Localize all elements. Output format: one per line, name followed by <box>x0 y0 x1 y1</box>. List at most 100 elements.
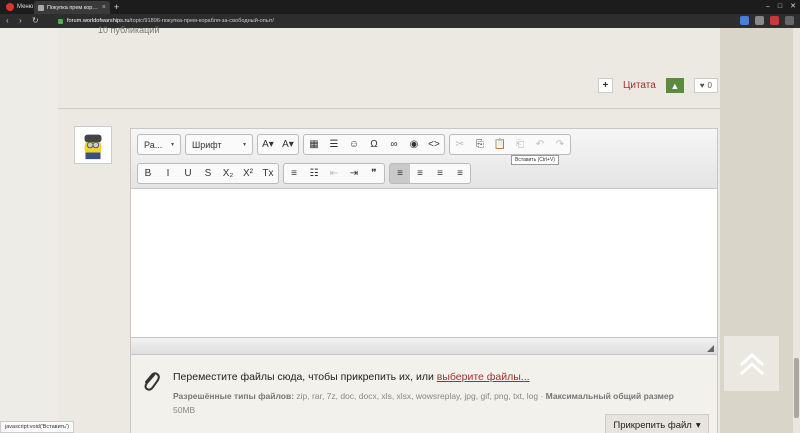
toolbar-group-clipboard: ✂ ⎘ 📋 ⎗ ↶ ↷ <box>449 134 571 155</box>
browser-menu-label: Меню <box>17 4 34 10</box>
paste-text-button[interactable]: ⎗ <box>510 135 530 154</box>
heart-extension-icon[interactable] <box>755 16 764 25</box>
attach-message: Переместите файлы сюда, чтобы прикрепить… <box>173 371 530 383</box>
like-count: 0 <box>707 81 712 90</box>
paste-tooltip: Вставить (Ctrl+V) <box>511 155 559 165</box>
window-controls: – □ ✕ <box>766 1 796 13</box>
special-char-button[interactable]: Ω <box>364 135 384 154</box>
left-margin <box>0 28 58 433</box>
adblock-extension-icon[interactable] <box>770 16 779 25</box>
url-host: forum.worldofwarships.ru <box>67 18 130 24</box>
scroll-to-top-button[interactable] <box>724 336 779 391</box>
post-divider <box>58 108 720 109</box>
allowed-types-list: zip, rar, 7z, doc, docx, xls, xlsx, wows… <box>294 391 546 401</box>
emoticon-button[interactable]: ☺ <box>344 135 364 154</box>
editor-toolbar: Ра... ▾ Шрифт ▾ A▾ A▾ ▦ ☰ ☺ Ω ∞ ◉ <> ✂ ⎘ 📋 ⎗ ↶ ↷ BIU… <box>131 129 717 189</box>
preview-button[interactable]: ◉ <box>404 135 424 154</box>
source-button[interactable]: <> <box>424 135 444 154</box>
close-window-button[interactable]: ✕ <box>790 1 796 13</box>
upvote-button[interactable]: ▲ <box>665 78 684 93</box>
format-dropdown[interactable]: Ра... ▾ <box>137 134 181 155</box>
post-actions: + Цитата ▲ ♥ 0 <box>597 78 718 93</box>
max-size-label: Максимальный общий размер <box>545 391 674 401</box>
reply-editor: Ра... ▾ Шрифт ▾ A▾ A▾ ▦ ☰ ☺ Ω ∞ ◉ <> ✂ ⎘ 📋 ⎗ ↶ ↷ BIU… <box>130 128 718 433</box>
toolbar-group-colors: A▾ A▾ <box>257 134 299 155</box>
outdent-button[interactable]: ⇤ <box>324 164 344 183</box>
numbered-list-button[interactable]: ≡ <box>284 164 304 183</box>
align-center-button[interactable]: ≡ <box>410 164 430 183</box>
download-icon[interactable] <box>785 16 794 25</box>
allowed-types: Разрешённые типы файлов: zip, rar, 7z, d… <box>173 389 703 417</box>
extension-icons <box>740 16 794 25</box>
avatar[interactable] <box>74 126 112 164</box>
favicon-icon <box>38 4 44 11</box>
new-tab-button[interactable]: + <box>114 1 119 13</box>
resize-grip-icon[interactable] <box>707 345 714 352</box>
redo-button[interactable]: ↷ <box>550 135 570 154</box>
blockquote-button[interactable]: ❞ <box>364 164 384 183</box>
font-dropdown-label: Шрифт <box>192 139 222 150</box>
browser-menu-button[interactable]: Меню <box>2 1 37 13</box>
minimize-button[interactable]: – <box>766 1 770 13</box>
page-scrollbar[interactable] <box>793 28 800 433</box>
maximize-button[interactable]: □ <box>778 1 782 13</box>
bg-color-button[interactable]: A▾ <box>278 135 298 154</box>
paste-button[interactable]: 📋 <box>490 135 510 154</box>
attach-message-text: Переместите файлы сюда, чтобы прикрепить… <box>173 371 437 383</box>
avatar-image <box>77 129 109 161</box>
strike-button[interactable]: S <box>198 164 218 183</box>
back-button[interactable]: ‹ <box>6 14 9 28</box>
tab-title: Покупка прем корабля за свободный опыт <box>47 4 99 11</box>
attachment-area[interactable]: Переместите файлы сюда, чтобы прикрепить… <box>131 355 717 433</box>
table-button[interactable]: ▦ <box>304 135 324 154</box>
bullet-list-button[interactable]: ☷ <box>304 164 324 183</box>
lock-icon <box>58 18 63 24</box>
indent-button[interactable]: ⇥ <box>344 164 364 183</box>
quote-button[interactable]: Цитата <box>623 80 656 91</box>
forum-page: 10 публикаций + Цитата ▲ ♥ 0 Ра... ▾ Шри… <box>0 25 800 433</box>
copy-button[interactable]: ⎘ <box>470 135 490 154</box>
toolbar-group-align: ≡ ≡ ≡ ≡ <box>389 163 471 184</box>
url-path: /topic/91896-покупка-прем-корабля-за-сво… <box>129 18 274 24</box>
like-button[interactable]: ♥ 0 <box>693 78 718 93</box>
status-url-tooltip: javascript:void('Вставить') <box>0 421 74 433</box>
text-color-button[interactable]: A▾ <box>258 135 278 154</box>
editor-text-area[interactable] <box>131 189 717 337</box>
toolbar-row-2: B I U S X₂ X² Tx ≡ ☷ ⇤ ⇥ ❞ ≡ ≡ ≡ ≡ <box>137 163 471 184</box>
chevron-down-icon: ▾ <box>695 419 701 431</box>
attach-file-button[interactable]: Прикрепить файл ▾ <box>605 414 709 433</box>
toolbar-row-1: Ра... ▾ Шрифт ▾ A▾ A▾ ▦ ☰ ☺ Ω ∞ ◉ <> ✂ ⎘ 📋 ⎗ ↶ ↷ <box>137 134 571 155</box>
shield-extension-icon[interactable] <box>740 16 749 25</box>
align-left-button[interactable]: ≡ <box>390 164 410 183</box>
align-right-button[interactable]: ≡ <box>430 164 450 183</box>
multiquote-button[interactable]: + <box>597 78 613 93</box>
forward-button[interactable]: › <box>19 14 22 28</box>
tab-close-icon[interactable]: × <box>102 4 106 11</box>
choose-files-link[interactable]: выберите файлы... <box>437 371 530 383</box>
subscript-button[interactable]: X₂ <box>218 164 238 183</box>
opera-logo-icon <box>6 3 14 11</box>
underline-button[interactable]: U <box>178 164 198 183</box>
justify-button[interactable]: ≡ <box>450 164 470 183</box>
scrollbar-thumb[interactable] <box>794 358 799 418</box>
cut-button[interactable]: ✂ <box>450 135 470 154</box>
reload-button[interactable]: ↻ <box>32 14 39 28</box>
font-dropdown[interactable]: Шрифт ▾ <box>185 134 253 155</box>
allowed-types-label: Разрешённые типы файлов: <box>173 391 295 401</box>
browser-tab-active[interactable]: Покупка прем корабля за свободный опыт × <box>34 1 110 14</box>
horizontal-rule-button[interactable]: ☰ <box>324 135 344 154</box>
superscript-button[interactable]: X² <box>238 164 258 183</box>
bold-button[interactable]: B <box>138 164 158 183</box>
remove-format-button[interactable]: Tx <box>258 164 278 183</box>
previous-post-text: 10 публикаций <box>98 25 160 35</box>
italic-button[interactable]: I <box>158 164 178 183</box>
browser-tabbar: Меню Покупка прем корабля за свободный о… <box>0 0 800 14</box>
undo-button[interactable]: ↶ <box>530 135 550 154</box>
editor-status-bar <box>131 337 717 355</box>
link-button[interactable]: ∞ <box>384 135 404 154</box>
max-size-value: 50MB <box>173 405 196 415</box>
url-field[interactable]: forum.worldofwarships.ru/topic/91896-пок… <box>58 16 738 26</box>
attach-file-label: Прикрепить файл <box>613 419 692 431</box>
post-content: 10 публикаций + Цитата ▲ ♥ 0 Ра... ▾ Шри… <box>58 25 720 433</box>
toolbar-group-basic: B I U S X₂ X² Tx <box>137 163 279 184</box>
